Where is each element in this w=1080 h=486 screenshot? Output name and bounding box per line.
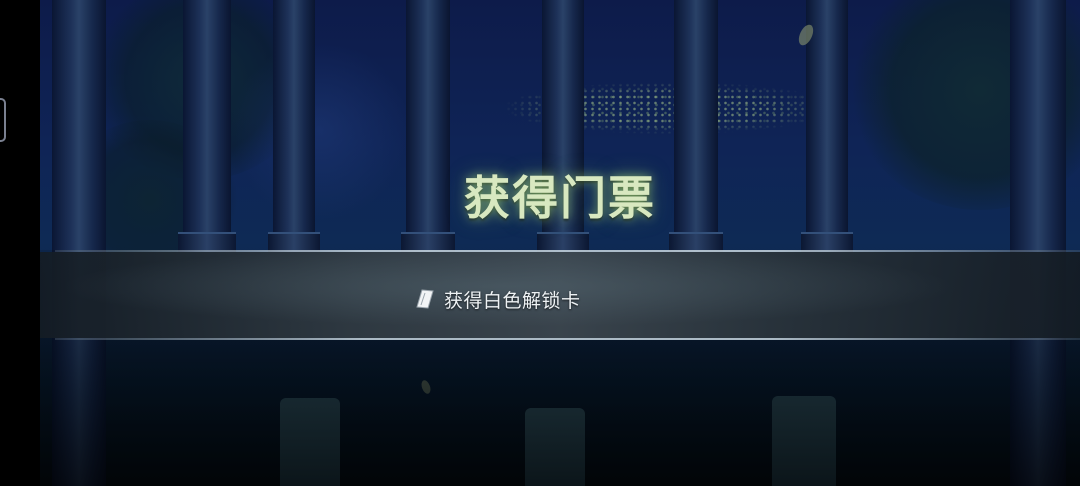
game-scene[interactable]: 获得白色解锁卡 获得门票: [0, 0, 1080, 486]
banner-bottom-line: [55, 338, 1080, 340]
pillar-base-2: [178, 232, 236, 252]
pillar-base-4: [401, 232, 455, 252]
tombstone: [525, 408, 585, 486]
pillar-base-5: [537, 232, 589, 252]
tombstone: [280, 398, 340, 486]
tombstone: [772, 396, 836, 486]
white-card-icon: [416, 288, 436, 310]
pillar-base-6: [669, 232, 723, 252]
pillar-base-3: [268, 232, 320, 252]
reward-item: 获得白色解锁卡: [416, 285, 581, 313]
pillar-base-7: [801, 232, 853, 252]
screen-bezel: [0, 0, 40, 486]
screen-title: 获得门票: [464, 171, 656, 225]
reward-label: 获得白色解锁卡: [444, 289, 581, 312]
edge-handle[interactable]: [0, 98, 6, 142]
